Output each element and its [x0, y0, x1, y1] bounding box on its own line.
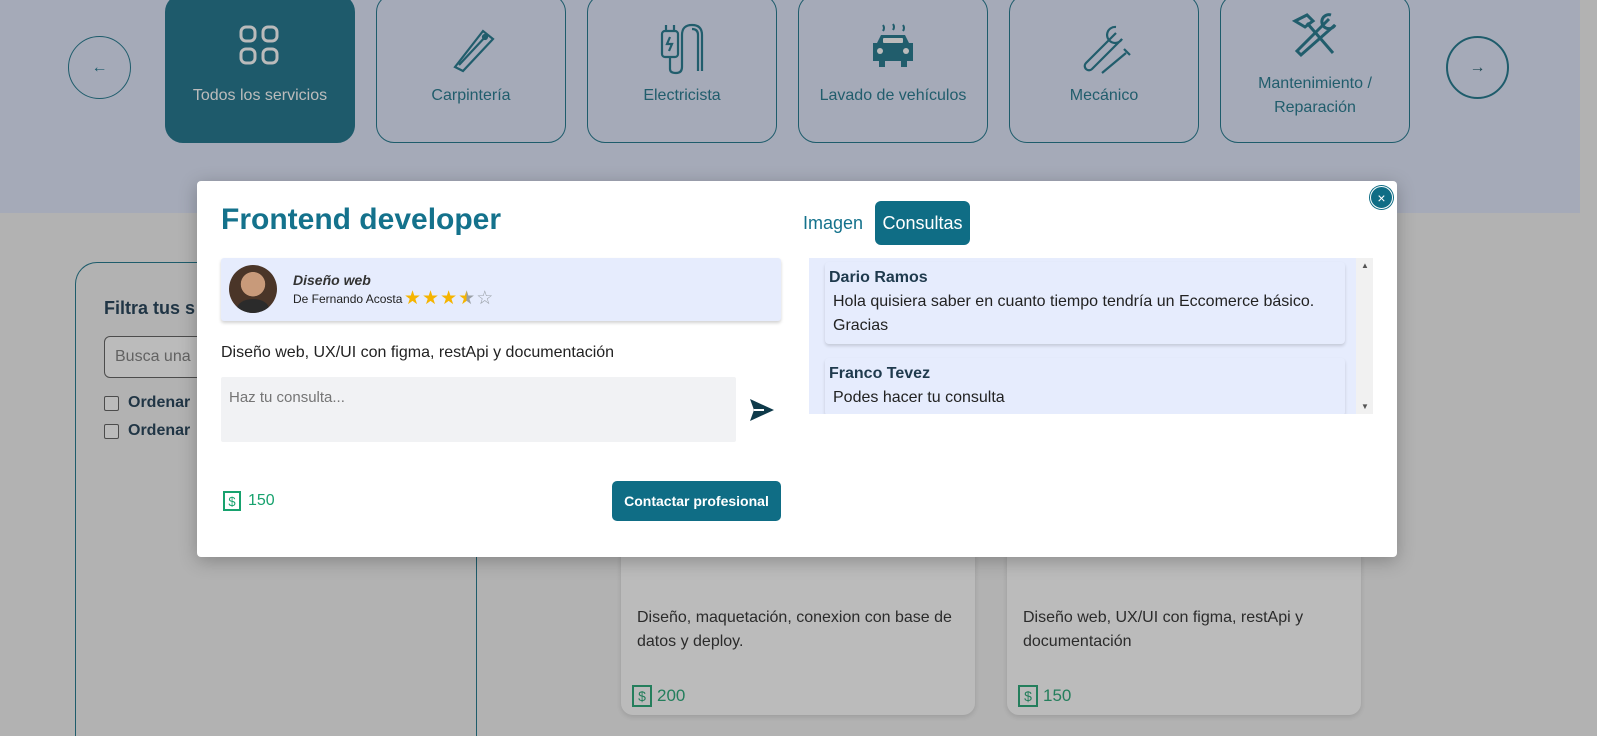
- scrollbar[interactable]: ▲ ▼: [1356, 258, 1373, 414]
- rating-stars: ★ ★ ★ ★ ☆: [404, 287, 493, 310]
- send-icon[interactable]: [748, 397, 776, 423]
- consultation-message: Hola quisiera saber en cuanto tiempo ten…: [833, 293, 1315, 334]
- query-input[interactable]: [221, 377, 736, 442]
- consultation-message: Podes hacer tu consulta: [833, 389, 1005, 406]
- tab-consultations[interactable]: Consultas: [875, 201, 970, 245]
- modal-price: $ 150: [222, 490, 275, 512]
- consultation-item: Franco Tevez Podes hacer tu consulta: [825, 358, 1345, 414]
- service-description: Diseño web, UX/UI con figma, restApi y d…: [221, 344, 615, 361]
- avatar: [229, 265, 277, 313]
- star-empty-icon: ☆: [476, 288, 494, 309]
- author-card: Diseño web De Fernando Acosta ★ ★ ★ ★ ☆: [221, 258, 781, 321]
- svg-text:$: $: [228, 494, 236, 509]
- money-icon: $: [223, 491, 241, 511]
- modal-title: Frontend developer: [221, 203, 502, 236]
- consultation-author: Dario Ramos: [829, 269, 928, 286]
- close-modal-button[interactable]: ×: [1370, 186, 1393, 209]
- contact-professional-button[interactable]: Contactar profesional: [612, 481, 781, 521]
- consultations-list[interactable]: Dario Ramos Hola quisiera saber en cuant…: [809, 258, 1373, 414]
- consultation-item: Dario Ramos Hola quisiera saber en cuant…: [825, 262, 1345, 344]
- star-half-icon: ★: [458, 288, 476, 309]
- tab-image[interactable]: Imagen: [798, 201, 868, 245]
- consultation-author: Franco Tevez: [829, 365, 931, 382]
- author-name: De Fernando Acosta: [293, 292, 403, 306]
- scroll-up-icon[interactable]: ▲: [1361, 261, 1369, 270]
- close-icon: ×: [1377, 189, 1386, 206]
- star-icon: ★: [422, 288, 440, 309]
- scroll-down-icon[interactable]: ▼: [1361, 402, 1369, 411]
- price-value: 150: [248, 492, 275, 509]
- star-icon: ★: [440, 288, 458, 309]
- star-icon: ★: [404, 288, 422, 309]
- author-category: Diseño web: [293, 272, 371, 288]
